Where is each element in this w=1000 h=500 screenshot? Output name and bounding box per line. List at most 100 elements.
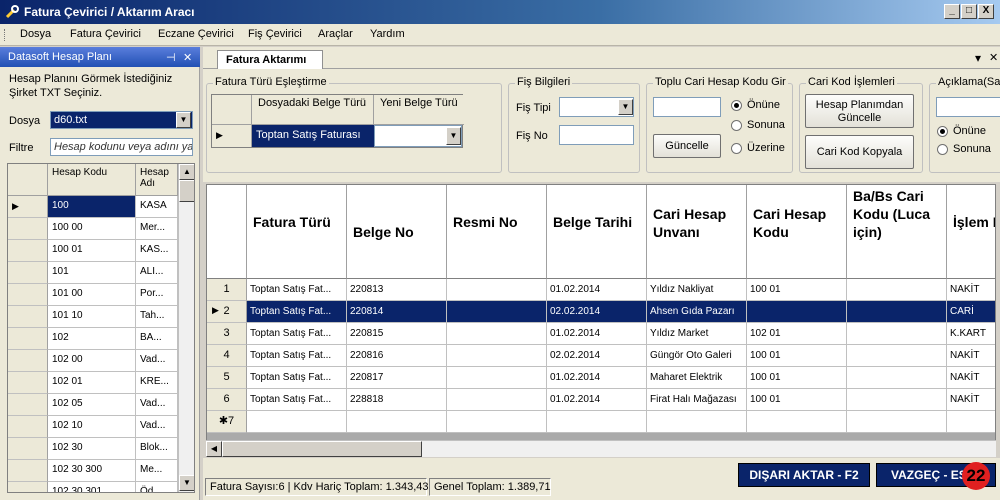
new-row-cell[interactable] [947, 411, 995, 433]
cari-unvan-cell[interactable]: Firat Halı Mağazası [647, 389, 747, 411]
hesap-row[interactable]: 102 30 301 Öd... [8, 482, 194, 492]
minimize-button[interactable]: _ [944, 4, 960, 19]
cari-kod-cell[interactable]: 100 01 [747, 389, 847, 411]
resmi-no-cell[interactable] [447, 301, 547, 323]
resmi-no-cell[interactable] [447, 279, 547, 301]
hesap-adi-cell[interactable]: Mer... [136, 218, 178, 240]
scroll-thumb[interactable] [179, 180, 194, 202]
hesap-adi-cell[interactable]: KASA [136, 196, 178, 218]
hesap-kodu-cell[interactable]: 100 [48, 196, 136, 218]
hesap-adi-cell[interactable]: Por... [136, 284, 178, 306]
hesap-adi-cell[interactable]: Tah... [136, 306, 178, 328]
yeni-belge-dropdown-icon[interactable]: ▼ [446, 127, 461, 145]
hesap-adi-cell[interactable]: Vad... [136, 416, 178, 438]
babs-kod-cell[interactable] [847, 345, 947, 367]
hesap-kodu-cell[interactable]: 101 [48, 262, 136, 284]
menu-fatura-cevirici[interactable]: Fatura Çevirici [70, 28, 141, 40]
fatura-turu-cell[interactable]: Toptan Satış Fat... [247, 389, 347, 411]
col-belge-no[interactable]: Belge No [347, 185, 447, 279]
hesap-adi-cell[interactable]: Vad... [136, 350, 178, 372]
hesap-row[interactable]: 102 05 Vad... [8, 394, 194, 416]
hesap-kodu-cell[interactable]: 102 05 [48, 394, 136, 416]
new-row-cell[interactable] [547, 411, 647, 433]
resmi-no-cell[interactable] [447, 323, 547, 345]
belge-no-cell[interactable]: 220815 [347, 323, 447, 345]
hesap-adi-cell[interactable]: KRE... [136, 372, 178, 394]
fatura-turu-cell[interactable]: Toptan Satış Fat... [247, 367, 347, 389]
h-scroll-thumb[interactable] [222, 441, 422, 457]
col-dosyadaki-belge[interactable]: Dosyadaki Belge Türü [252, 95, 374, 125]
fatura-turu-cell[interactable]: Toptan Satış Fat... [247, 323, 347, 345]
hesap-row[interactable]: ▶ 100 KASA [8, 196, 194, 218]
cari-kod-cell[interactable]: 102 01 [747, 323, 847, 345]
col-babs-cari-kodu[interactable]: Ba/Bs Cari Kodu (Luca için) [847, 185, 947, 279]
toplu-onune-radio[interactable] [731, 100, 742, 111]
fatura-row[interactable]: 3 Toptan Satış Fat... 220815 01.02.2014 Yıld… [207, 323, 995, 345]
toplu-cari-input[interactable] [653, 97, 721, 117]
hesap-adi-cell[interactable]: Vad... [136, 394, 178, 416]
hesap-row[interactable]: 100 01 KAS... [8, 240, 194, 262]
hesap-kodu-cell[interactable]: 100 01 [48, 240, 136, 262]
belge-no-cell[interactable]: 220817 [347, 367, 447, 389]
new-row[interactable]: ✱7 [207, 411, 995, 433]
new-row-cell[interactable] [847, 411, 947, 433]
cari-kod-cell[interactable]: 100 01 [747, 279, 847, 301]
islem-dovizi-cell[interactable]: CARİ [947, 301, 995, 323]
cari-unvan-cell[interactable]: Maharet Elektrik [647, 367, 747, 389]
belge-no-cell[interactable]: 220816 [347, 345, 447, 367]
menu-araclar[interactable]: Araçlar [318, 28, 353, 40]
hesap-kodu-cell[interactable]: 102 30 [48, 438, 136, 460]
resmi-no-cell[interactable] [447, 389, 547, 411]
cari-kod-cell[interactable]: 100 01 [747, 367, 847, 389]
menu-dosya[interactable]: Dosya [20, 28, 51, 40]
scroll-left-icon[interactable]: ◀ [206, 441, 222, 457]
aciklama-sonuna-radio[interactable] [937, 144, 948, 155]
babs-kod-cell[interactable] [847, 389, 947, 411]
tab-close-icon[interactable]: ✕ [989, 51, 998, 64]
pin-icon[interactable]: ⊣ [166, 51, 176, 64]
islem-dovizi-cell[interactable]: NAKİT [947, 367, 995, 389]
col-islem-dovizi[interactable]: İşlem Dövizi [947, 185, 995, 279]
belge-tarihi-cell[interactable]: 01.02.2014 [547, 367, 647, 389]
hesap-kodu-cell[interactable]: 102 00 [48, 350, 136, 372]
hesap-kodu-cell[interactable]: 102 30 300 [48, 460, 136, 482]
cari-kod-kopyala-button[interactable]: Cari Kod Kopyala [805, 135, 914, 169]
hesap-adi-cell[interactable]: BA... [136, 328, 178, 350]
left-vertical-scrollbar[interactable]: ▲ ▼ [178, 164, 194, 492]
babs-kod-cell[interactable] [847, 323, 947, 345]
islem-dovizi-cell[interactable]: NAKİT [947, 389, 995, 411]
fatura-row[interactable]: 4 Toptan Satış Fat... 220816 02.02.2014 Güng… [207, 345, 995, 367]
hesap-row[interactable]: 101 10 Tah... [8, 306, 194, 328]
col-fatura-turu[interactable]: Fatura Türü [247, 185, 347, 279]
islem-dovizi-cell[interactable]: K.KART [947, 323, 995, 345]
new-row-cell[interactable] [347, 411, 447, 433]
col-hesap-kodu[interactable]: Hesap Kodu [48, 164, 136, 196]
col-cari-hesap-kodu[interactable]: Cari Hesap Kodu [747, 185, 847, 279]
cari-unvan-cell[interactable]: Ahsen Gıda Pazarı [647, 301, 747, 323]
col-resmi-no[interactable]: Resmi No [447, 185, 547, 279]
dosya-select[interactable]: d60.txt [50, 111, 193, 129]
hesap-row[interactable]: 101 ALI... [8, 262, 194, 284]
fatura-row[interactable]: 1 Toptan Satış Fat... 220813 01.02.2014 Yıld… [207, 279, 995, 301]
belge-tarihi-cell[interactable]: 01.02.2014 [547, 389, 647, 411]
toplu-uzerine-radio[interactable] [731, 143, 742, 154]
fatura-turu-cell[interactable]: Toptan Satış Fat... [247, 279, 347, 301]
fatura-turu-cell[interactable]: Toptan Satış Fat... [247, 301, 347, 323]
hesap-kodu-cell[interactable]: 101 00 [48, 284, 136, 306]
col-hesap-adi[interactable]: Hesap Adı [136, 164, 178, 196]
toplu-sonuna-radio[interactable] [731, 120, 742, 131]
hesap-row[interactable]: 102 30 Blok... [8, 438, 194, 460]
col-belge-tarihi[interactable]: Belge Tarihi [547, 185, 647, 279]
hesap-row[interactable]: 101 00 Por... [8, 284, 194, 306]
fatura-turu-cell[interactable]: Toptan Satış Fat... [247, 345, 347, 367]
belge-no-cell[interactable]: 220813 [347, 279, 447, 301]
cari-unvan-cell[interactable]: Güngör Oto Galeri [647, 345, 747, 367]
dosya-dropdown-icon[interactable]: ▼ [176, 112, 191, 128]
hesap-adi-cell[interactable]: ALI... [136, 262, 178, 284]
hesap-row[interactable]: 102 BA... [8, 328, 194, 350]
guncelle-button[interactable]: Güncelle [653, 134, 721, 158]
fis-tipi-dropdown-icon[interactable]: ▼ [618, 99, 633, 115]
aciklama-input[interactable] [936, 97, 1000, 117]
resmi-no-cell[interactable] [447, 367, 547, 389]
hesap-adi-cell[interactable]: KAS... [136, 240, 178, 262]
